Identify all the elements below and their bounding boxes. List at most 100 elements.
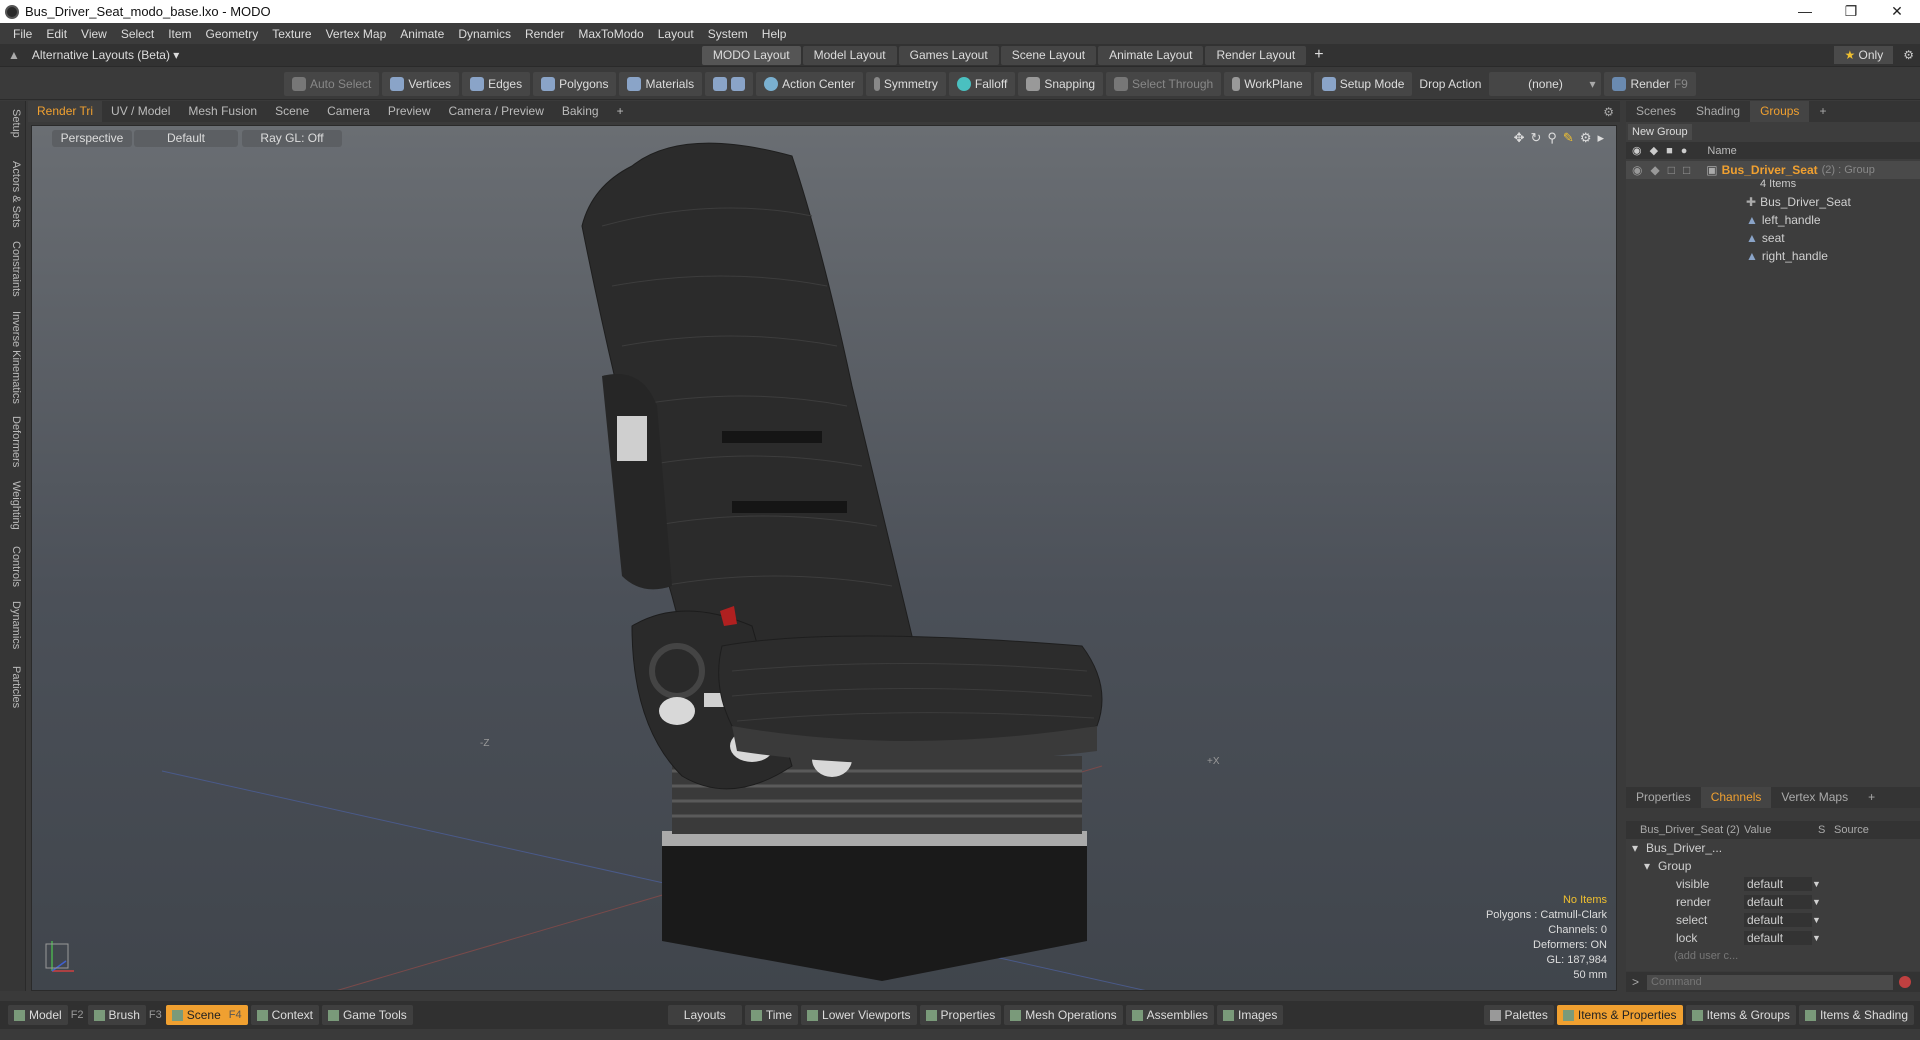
- tab-baking[interactable]: Baking: [553, 101, 608, 122]
- alternative-layouts-dropdown[interactable]: Alternative Layouts (Beta) ▾: [32, 48, 702, 62]
- viewport-settings-icon[interactable]: ⚙: [1603, 105, 1614, 119]
- vtab-dynamics[interactable]: Dynamics: [4, 601, 22, 649]
- tab-camera[interactable]: Camera: [318, 101, 379, 122]
- channel-value[interactable]: default: [1744, 913, 1812, 927]
- setup-mode-button[interactable]: Setup Mode: [1313, 71, 1413, 96]
- palettes-button[interactable]: Palettes: [1483, 1005, 1554, 1025]
- mesh-operations-button[interactable]: Mesh Operations: [1004, 1005, 1123, 1025]
- tab-vertex-maps[interactable]: Vertex Maps: [1771, 787, 1858, 808]
- group-child-row[interactable]: ▲ left_handle: [1626, 211, 1920, 229]
- tab-groups[interactable]: Groups: [1750, 101, 1810, 122]
- group-child-row[interactable]: ✚ Bus_Driver_Seat: [1626, 193, 1920, 211]
- tab-scenes[interactable]: Scenes: [1626, 101, 1686, 122]
- tab-uv-model[interactable]: UV / Model: [102, 101, 179, 122]
- channel-row[interactable]: select default ▼: [1626, 911, 1920, 929]
- group-child-row[interactable]: ▲ right_handle: [1626, 247, 1920, 265]
- bottom-tab-context[interactable]: Context: [250, 1005, 319, 1025]
- record-icon[interactable]: [1899, 976, 1912, 988]
- channel-value[interactable]: default: [1744, 895, 1812, 909]
- render-button[interactable]: Render F9: [1604, 71, 1696, 96]
- add-user-channel-row[interactable]: (add user c...: [1626, 947, 1920, 965]
- symmetry-button[interactable]: Symmetry: [865, 71, 946, 96]
- tab-camera-preview[interactable]: Camera / Preview: [440, 101, 553, 122]
- vtab-setup[interactable]: Setup: [4, 109, 22, 138]
- menu-maxtomodo[interactable]: MaxToModo: [571, 27, 650, 41]
- images-button[interactable]: Images: [1217, 1005, 1284, 1025]
- chevron-down-icon[interactable]: ▼: [1812, 897, 1821, 907]
- 3d-viewport[interactable]: Perspective Default Ray GL: Off ✥ ↻ ⚲ ✎ …: [31, 125, 1617, 991]
- vtab-particles[interactable]: Particles: [4, 666, 22, 708]
- menu-geometry[interactable]: Geometry: [199, 27, 266, 41]
- vtab-inverse-kinematics[interactable]: Inverse Kinematics: [4, 311, 22, 404]
- channel-row[interactable]: visible default ▼: [1626, 875, 1920, 893]
- tab-model-layout[interactable]: Model Layout: [802, 45, 897, 65]
- command-input[interactable]: [1647, 974, 1894, 990]
- chevron-down-icon[interactable]: ▼: [1812, 879, 1821, 889]
- select-toggle-icon[interactable]: □: [1683, 163, 1690, 177]
- bottom-tab-model[interactable]: Model: [8, 1005, 68, 1025]
- tab-preview[interactable]: Preview: [379, 101, 440, 122]
- vtab-deformers[interactable]: Deformers: [4, 416, 22, 467]
- channel-row[interactable]: render default ▼: [1626, 893, 1920, 911]
- menu-edit[interactable]: Edit: [39, 27, 74, 41]
- channel-root-row[interactable]: ▾ Bus_Driver_...: [1626, 839, 1920, 857]
- assemblies-button[interactable]: Assemblies: [1125, 1005, 1214, 1025]
- visibility-icon[interactable]: ◉: [1632, 163, 1642, 177]
- add-layout-button[interactable]: +: [1314, 46, 1323, 64]
- bottom-tab-game-tools[interactable]: Game Tools: [321, 1005, 413, 1025]
- vertices-button[interactable]: Vertices: [382, 71, 460, 96]
- menu-dynamics[interactable]: Dynamics: [451, 27, 518, 41]
- expand-arrow-icon[interactable]: ▾: [1632, 841, 1638, 855]
- drop-action-select[interactable]: (none) ▾: [1489, 71, 1602, 96]
- expand-arrow-icon[interactable]: ▾: [1644, 859, 1650, 873]
- tab-shading[interactable]: Shading: [1686, 101, 1750, 122]
- add-viewport-tab-button[interactable]: +: [608, 101, 633, 122]
- menu-layout[interactable]: Layout: [651, 27, 701, 41]
- chevron-down-icon[interactable]: ▼: [1812, 915, 1821, 925]
- gear-icon[interactable]: ⚙: [1903, 48, 1914, 62]
- tab-properties[interactable]: Properties: [1626, 787, 1701, 808]
- vtab-constraints[interactable]: Constraints: [4, 241, 22, 297]
- item-mode-button[interactable]: [705, 71, 754, 96]
- items-shading-button[interactable]: Items & Shading: [1798, 1005, 1914, 1025]
- minimize-button[interactable]: —: [1782, 3, 1828, 20]
- only-button[interactable]: ★ Only: [1834, 46, 1894, 64]
- menu-help[interactable]: Help: [755, 27, 794, 41]
- tab-render-tri[interactable]: Render Tri: [28, 101, 103, 122]
- auto-select-button[interactable]: Auto Select: [284, 71, 380, 96]
- layouts-button[interactable]: Layouts: [667, 1005, 742, 1025]
- tab-render-layout[interactable]: Render Layout: [1205, 45, 1307, 65]
- menu-vertex-map[interactable]: Vertex Map: [319, 27, 394, 41]
- lock-toggle-icon[interactable]: □: [1668, 163, 1675, 177]
- render-toggle-icon[interactable]: ◆: [1650, 163, 1659, 177]
- menu-view[interactable]: View: [74, 27, 114, 41]
- vtab-controls[interactable]: Controls: [4, 546, 22, 587]
- chevron-down-icon[interactable]: ▼: [1812, 933, 1821, 943]
- menu-item[interactable]: Item: [161, 27, 198, 41]
- falloff-button[interactable]: Falloff: [948, 71, 1016, 96]
- vtab-weighting[interactable]: Weighting: [4, 481, 22, 530]
- polygons-button[interactable]: Polygons: [533, 71, 617, 96]
- new-group-button[interactable]: New Group: [1628, 124, 1692, 140]
- edges-button[interactable]: Edges: [462, 71, 531, 96]
- menu-select[interactable]: Select: [114, 27, 161, 41]
- vtab-actors-sets[interactable]: Actors & Sets: [4, 161, 22, 228]
- close-button[interactable]: ✕: [1874, 3, 1920, 20]
- layout-arrow-icon[interactable]: ▲: [8, 48, 20, 62]
- channel-group-row[interactable]: ▾ Group: [1626, 857, 1920, 875]
- add-right-tab-button[interactable]: +: [1809, 101, 1836, 122]
- materials-button[interactable]: Materials: [619, 71, 703, 96]
- menu-animate[interactable]: Animate: [393, 27, 451, 41]
- items-properties-button[interactable]: Items & Properties: [1556, 1005, 1683, 1025]
- select-through-button[interactable]: Select Through: [1106, 71, 1222, 96]
- lower-viewports-button[interactable]: Lower Viewports: [801, 1005, 917, 1025]
- bottom-tab-brush[interactable]: Brush: [87, 1005, 146, 1025]
- tab-scene-layout[interactable]: Scene Layout: [1000, 45, 1097, 65]
- menu-system[interactable]: System: [701, 27, 755, 41]
- tab-mesh-fusion[interactable]: Mesh Fusion: [179, 101, 266, 122]
- menu-texture[interactable]: Texture: [265, 27, 318, 41]
- time-button[interactable]: Time: [744, 1005, 799, 1025]
- workplane-button[interactable]: WorkPlane: [1224, 71, 1311, 96]
- tab-games-layout[interactable]: Games Layout: [898, 45, 999, 65]
- tab-modo-layout[interactable]: MODO Layout: [701, 45, 801, 65]
